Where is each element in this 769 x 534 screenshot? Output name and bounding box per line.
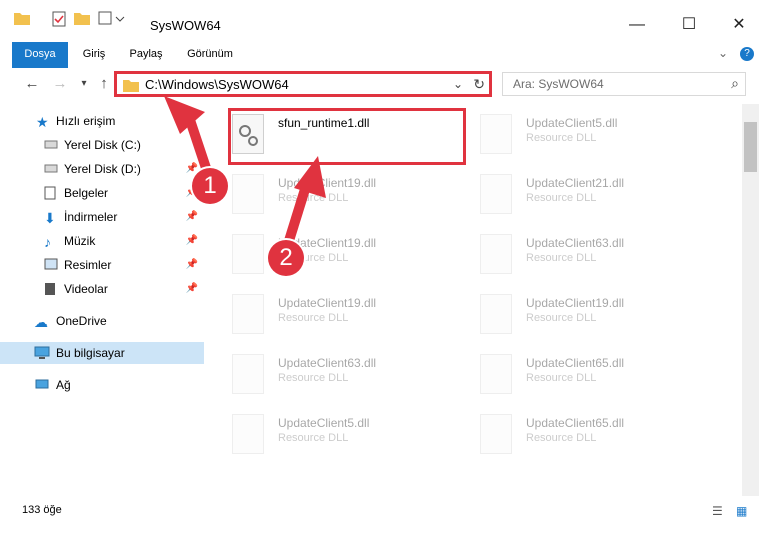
annotation-badge-1: 1 [192, 168, 228, 204]
status-bar: 133 öğe ☰ ▦ [0, 500, 769, 522]
item-count: 133 öğe [22, 504, 62, 516]
annotation-badge-2: 2 [268, 240, 304, 276]
annotation-arrows [164, 96, 326, 246]
details-view-icon[interactable]: ☰ [712, 504, 723, 518]
large-icons-view-icon[interactable]: ▦ [736, 504, 747, 518]
